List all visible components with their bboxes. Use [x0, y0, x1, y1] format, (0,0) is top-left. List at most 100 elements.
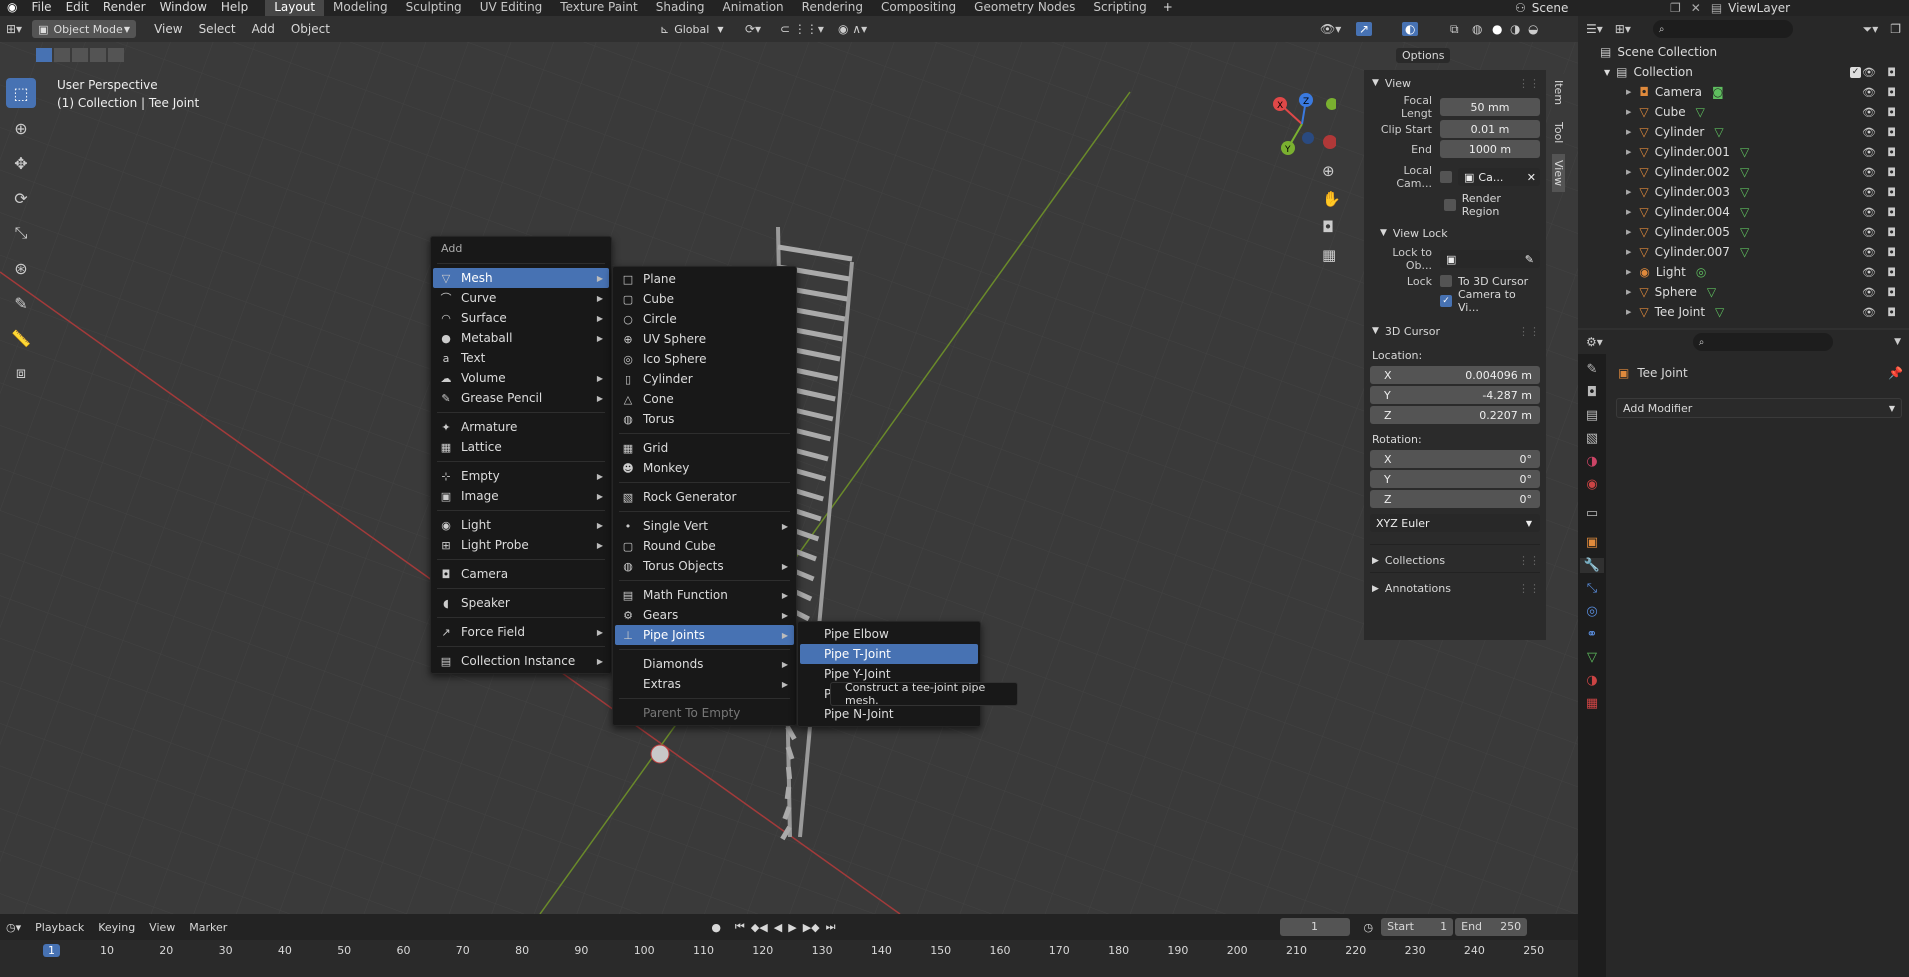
chevron-right-icon[interactable]: ▶ [1626, 128, 1631, 136]
eye-icon[interactable]: 👁 [1862, 246, 1876, 259]
menu-add[interactable]: Add [252, 22, 275, 36]
close-icon[interactable]: ✕ [1527, 171, 1536, 184]
overlays-icon[interactable]: ◐ [1402, 22, 1419, 36]
menu-item-surface[interactable]: ◠ Surface ▶ [433, 308, 609, 328]
menu-item-rock-generator[interactable]: ▧ Rock Generator [615, 487, 794, 507]
view-lock-header[interactable]: ▼ View Lock [1370, 224, 1540, 242]
menu-item-empty[interactable]: ⊹ Empty ▶ [433, 466, 609, 486]
scene-icon[interactable]: ◑ [1586, 454, 1597, 469]
select-invert-icon[interactable] [90, 48, 106, 62]
play-icon[interactable]: ▶ [788, 921, 796, 934]
tab-item[interactable]: Item [1552, 74, 1565, 112]
particles-icon[interactable]: ⤡ [1587, 581, 1597, 596]
navigation-gizmo[interactable]: X Z Y [1268, 90, 1338, 158]
annotations-section-header[interactable]: ▶ Annotations ⋮⋮ [1370, 572, 1540, 596]
render-camera-icon[interactable]: ◘ [1887, 126, 1896, 139]
menu-item-math-function[interactable]: ▤ Math Function ▶ [615, 585, 794, 605]
workspace-tab-uv-editing[interactable]: UV Editing [471, 0, 552, 16]
cursor-z-field[interactable]: Z 0.2207 m [1370, 406, 1540, 424]
clip-end-field[interactable]: 1000 m [1440, 140, 1540, 158]
menu-item-cube[interactable]: ▢ Cube [615, 289, 794, 309]
outliner-row-cylinder[interactable]: ▶ ▽ Cylinder ▽ 👁 ◘ [1578, 122, 1909, 142]
eye-icon[interactable]: 👁 [1862, 166, 1876, 179]
menu-item-torus-objects[interactable]: ◍ Torus Objects ▶ [615, 556, 794, 576]
menu-object[interactable]: Object [291, 22, 330, 36]
render-camera-icon[interactable]: ◘ [1887, 66, 1896, 79]
workspace-tab-compositing[interactable]: Compositing [872, 0, 965, 16]
viewlayer-name[interactable]: ViewLayer [1728, 1, 1790, 15]
filter-icon[interactable]: ⏷▾ [1863, 22, 1879, 37]
clip-start-field[interactable]: 0.01 m [1440, 120, 1540, 138]
mesh-data-icon[interactable]: ▽ [1715, 305, 1724, 319]
add-cube-icon[interactable]: ⧈ [6, 358, 36, 388]
data-icon[interactable]: ▽ [1587, 650, 1597, 665]
pan-hand-icon[interactable]: ✋ [1322, 190, 1341, 208]
render-camera-icon[interactable]: ◘ [1887, 266, 1896, 279]
workspace-tab-texture-paint[interactable]: Texture Paint [551, 0, 646, 16]
outliner-row-cylinder-002[interactable]: ▶ ▽ Cylinder.002 ▽ 👁 ◘ [1578, 162, 1909, 182]
object-icon[interactable]: ▣ [1586, 535, 1598, 550]
mesh-data-icon[interactable]: ▽ [1696, 105, 1705, 119]
rotate-icon[interactable]: ⟳ [6, 183, 36, 213]
workspace-tab-rendering[interactable]: Rendering [793, 0, 872, 16]
light-data-icon[interactable]: ◎ [1696, 265, 1706, 279]
3d-cursor-section-header[interactable]: ▼ 3D Cursor ⋮⋮ [1370, 322, 1540, 340]
camera-to-view-checkbox[interactable]: ✓ [1440, 295, 1452, 307]
world-icon[interactable]: ◉ [1586, 477, 1597, 492]
collection-icon[interactable]: ▭ [1586, 506, 1598, 521]
render-camera-icon[interactable]: ◘ [1887, 206, 1896, 219]
render-camera-icon[interactable]: ◘ [1887, 86, 1896, 99]
menu-item-speaker[interactable]: ◖ Speaker [433, 593, 609, 613]
playback-menu[interactable]: Playback [35, 921, 84, 934]
chevron-right-icon[interactable]: ▶ [1626, 308, 1631, 316]
chevron-right-icon[interactable]: ▶ [1626, 148, 1631, 156]
search-field[interactable]: ⌕ [1652, 20, 1793, 38]
camera-view-icon[interactable]: ◘ [1322, 218, 1341, 236]
editor-type-icon[interactable]: ⊞▾ [6, 22, 22, 36]
eye-icon[interactable]: 👁 [1862, 66, 1876, 79]
menu-edit[interactable]: Edit [59, 0, 96, 16]
workspace-tab-sculpting[interactable]: Sculpting [397, 0, 471, 16]
render-region-checkbox[interactable] [1444, 199, 1456, 211]
outliner-row-cylinder-004[interactable]: ▶ ▽ Cylinder.004 ▽ 👁 ◘ [1578, 202, 1909, 222]
workspace-tab-shading[interactable]: Shading [647, 0, 714, 16]
outliner-row-sphere[interactable]: ▶ ▽ Sphere ▽ 👁 ◘ [1578, 282, 1909, 302]
render-camera-icon[interactable]: ◘ [1887, 146, 1896, 159]
prev-keyframe-icon[interactable]: ◆◀ [751, 921, 768, 934]
menu-item-torus[interactable]: ◍ Torus [615, 409, 794, 429]
menu-item-extras[interactable]: Extras ▶ [615, 674, 794, 694]
render-camera-icon[interactable]: ◘ [1887, 166, 1896, 179]
start-frame-field[interactable]: Start 1 [1381, 918, 1454, 936]
menu-item-camera[interactable]: ◘ Camera [433, 564, 609, 584]
end-frame-field[interactable]: End 250 [1455, 918, 1528, 936]
menu-item-gears[interactable]: ⚙ Gears ▶ [615, 605, 794, 625]
mesh-data-icon[interactable]: ▽ [1740, 245, 1749, 259]
render-camera-icon[interactable]: ◘ [1887, 226, 1896, 239]
menu-item-armature[interactable]: ✦ Armature [433, 417, 609, 437]
mesh-data-icon[interactable]: ▽ [1740, 205, 1749, 219]
menu-item-round-cube[interactable]: ▢ Round Cube [615, 536, 794, 556]
render-camera-icon[interactable]: ◘ [1887, 286, 1896, 299]
cursor-y-field[interactable]: Y -4.287 m [1370, 386, 1540, 404]
select-intersect-icon[interactable] [108, 48, 124, 62]
menu-item-cylinder[interactable]: ▯ Cylinder [615, 369, 794, 389]
tab-tool[interactable]: Tool [1552, 114, 1565, 152]
menu-item-image[interactable]: ▣ Image ▶ [433, 486, 609, 506]
menu-item-grid[interactable]: ▦ Grid [615, 438, 794, 458]
tool-settings-icon[interactable]: ✎ [1587, 362, 1598, 377]
annotate-icon[interactable]: ✎ [6, 288, 36, 318]
menu-item-ico-sphere[interactable]: ◎ Ico Sphere [615, 349, 794, 369]
render-camera-icon[interactable]: ◘ [1887, 186, 1896, 199]
mesh-data-icon[interactable]: ▽ [1740, 165, 1749, 179]
add-workspace-icon[interactable]: + [1156, 0, 1180, 16]
menu-select[interactable]: Select [199, 22, 236, 36]
visibility-icon[interactable]: 👁▾ [1320, 22, 1341, 36]
jump-start-icon[interactable]: ⏮ [735, 920, 745, 934]
outliner-row-light[interactable]: ▶ ◉ Light ◎ 👁 ◘ [1578, 262, 1909, 282]
new-collection-icon[interactable]: ❐ [1890, 22, 1901, 36]
transform-icon[interactable]: ⊛ [6, 253, 36, 283]
menu-item-metaball[interactable]: ● Metaball ▶ [433, 328, 609, 348]
render-camera-icon[interactable]: ◘ [1887, 106, 1896, 119]
rotation-y-field[interactable]: Y 0° [1370, 470, 1540, 488]
menu-help[interactable]: Help [214, 0, 255, 16]
